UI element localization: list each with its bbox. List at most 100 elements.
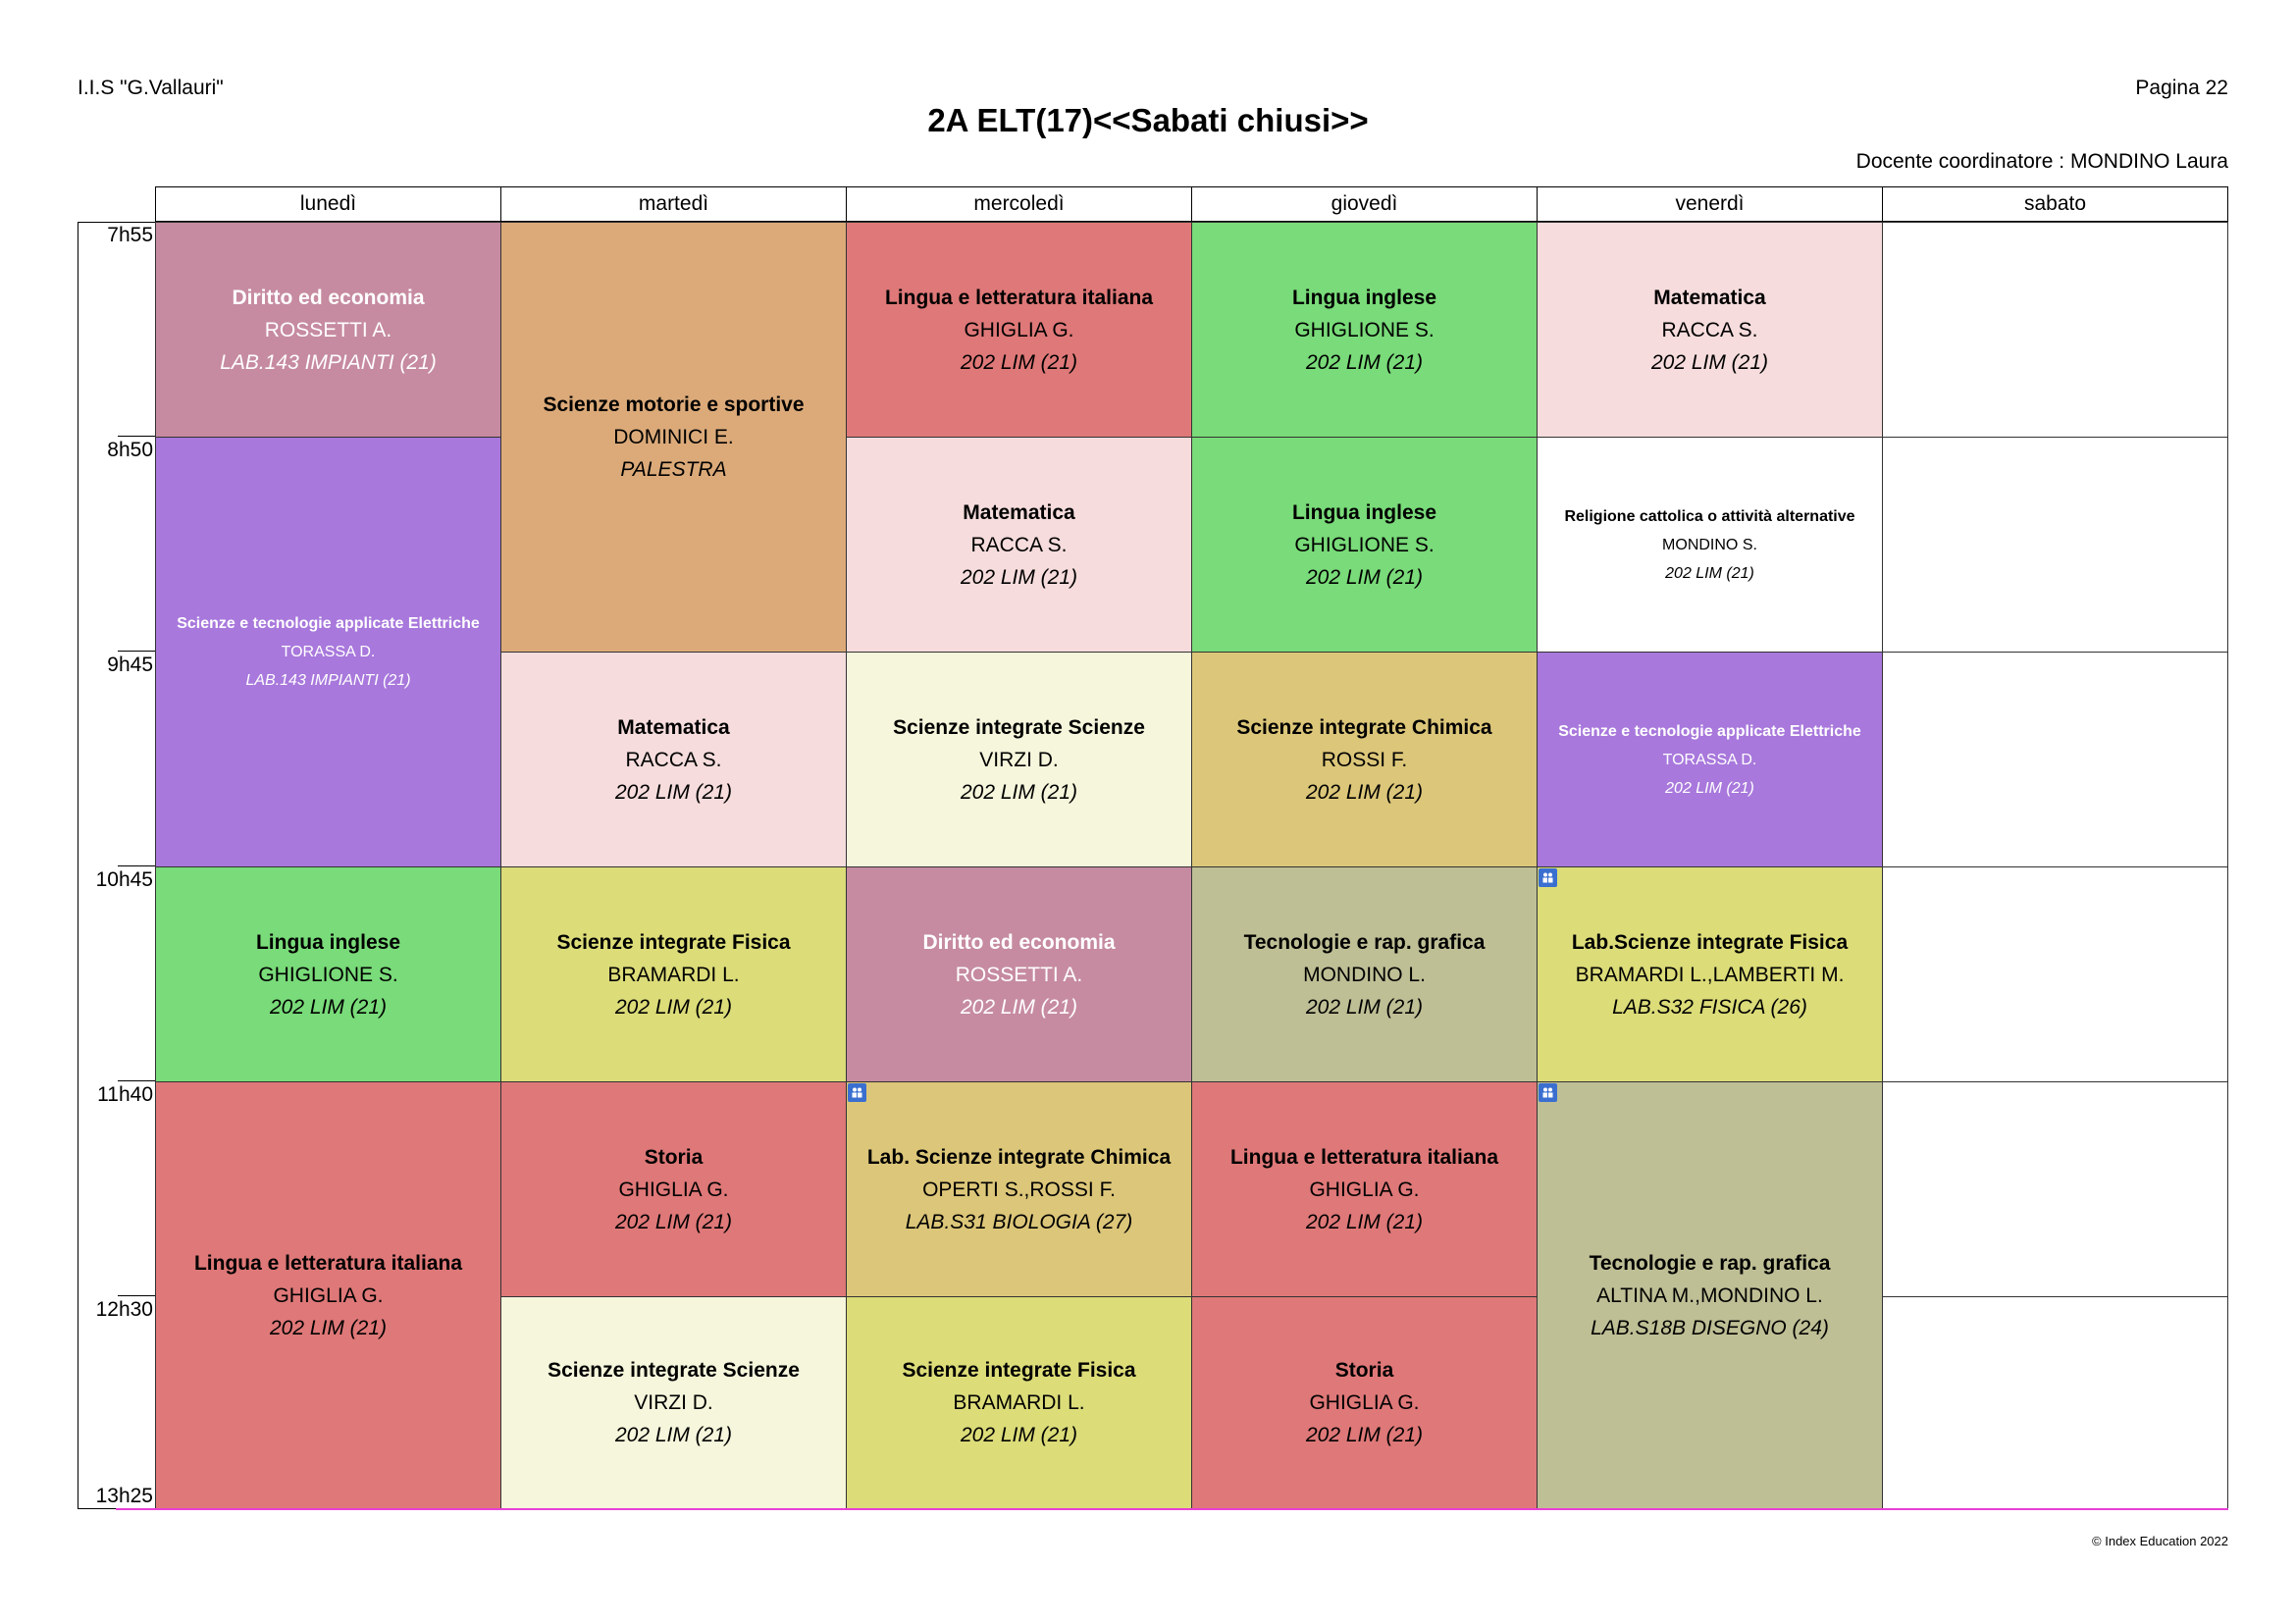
empty-slot[interactable] [1882, 652, 2228, 867]
empty-slot[interactable] [1882, 1296, 2228, 1509]
empty-slot[interactable] [1882, 866, 2228, 1082]
lesson-cell[interactable]: Storia GHIGLIA G. 202 LIM (21) [1191, 1296, 1538, 1509]
lesson-subject: Lab.Scienze integrate Fisica [1571, 930, 1849, 954]
lesson-room: 202 LIM (21) [960, 350, 1078, 374]
lesson-cell[interactable]: Storia GHIGLIA G. 202 LIM (21) [500, 1081, 847, 1297]
lesson-room: 202 LIM (21) [614, 1210, 733, 1233]
time-label: 12h30 [95, 1298, 153, 1321]
lesson-room: LAB.143 IMPIANTI (21) [245, 672, 411, 689]
empty-slot[interactable] [1882, 1081, 2228, 1297]
copyright: © Index Education 2022 [2092, 1534, 2228, 1548]
lesson-teacher: GHIGLIA G. [618, 1178, 729, 1201]
lesson-cell[interactable]: Tecnologie e rap. grafica ALTINA M.,MOND… [1537, 1081, 1883, 1509]
lesson-subject: Scienze integrate Chimica [1236, 715, 1492, 739]
lesson-room: 202 LIM (21) [614, 995, 733, 1019]
time-divider [118, 1080, 155, 1081]
lesson-teacher: VIRZI D. [634, 1391, 713, 1414]
group-icon [1539, 868, 1557, 887]
lesson-subject: Storia [644, 1145, 704, 1169]
lesson-room: 202 LIM (21) [1650, 350, 1769, 374]
lesson-teacher: VIRZI D. [979, 748, 1059, 771]
lesson-cell[interactable]: Diritto ed economia ROSSETTI A. LAB.143 … [155, 222, 501, 438]
lesson-cell[interactable]: Scienze integrate Fisica BRAMARDI L. 202… [500, 866, 847, 1082]
lesson-room: 202 LIM (21) [1305, 995, 1424, 1019]
lesson-room: LAB.143 IMPIANTI (21) [220, 350, 437, 374]
time-label: 7h55 [107, 224, 153, 246]
lesson-room: 202 LIM (21) [614, 1424, 733, 1446]
day-header-wednesday: mercoledì [846, 186, 1192, 222]
lesson-cell[interactable]: Matematica RACCA S. 202 LIM (21) [500, 652, 847, 867]
lesson-teacher: MONDINO L. [1303, 963, 1426, 986]
lesson-room: 202 LIM (21) [1305, 350, 1424, 374]
lesson-subject: Scienze integrate Scienze [893, 715, 1145, 739]
lesson-teacher: GHIGLIONE S. [258, 963, 398, 986]
lesson-cell[interactable]: Scienze e tecnologie applicate Elettrich… [1537, 652, 1883, 867]
lesson-subject: Diritto ed economia [232, 286, 425, 309]
lesson-teacher: RACCA S. [970, 533, 1068, 556]
lesson-cell[interactable]: Scienze integrate Scienze VIRZI D. 202 L… [500, 1296, 847, 1509]
lesson-room: 202 LIM (21) [1305, 1210, 1424, 1233]
lesson-subject: Scienze integrate Fisica [902, 1359, 1136, 1382]
lesson-subject: Matematica [617, 715, 730, 739]
lesson-room: 202 LIM (21) [1305, 780, 1424, 804]
lesson-cell[interactable]: Religione cattolica o attività alternati… [1537, 437, 1883, 653]
lesson-subject: Scienze integrate Fisica [556, 930, 791, 954]
lesson-teacher: GHIGLIA G. [273, 1283, 384, 1307]
lesson-subject: Lingua inglese [255, 930, 401, 954]
lesson-room: PALESTRA [620, 458, 727, 481]
lesson-cell[interactable]: Matematica RACCA S. 202 LIM (21) [1537, 222, 1883, 438]
page-number: Pagina 22 [2135, 77, 2228, 99]
lesson-teacher: OPERTI S.,ROSSI F. [922, 1178, 1116, 1201]
time-divider [118, 865, 155, 866]
lesson-cell[interactable]: Scienze e tecnologie applicate Elettrich… [155, 437, 501, 867]
lesson-cell[interactable]: Lab. Scienze integrate Chimica OPERTI S.… [846, 1081, 1192, 1297]
lesson-cell[interactable]: Tecnologie e rap. grafica MONDINO L. 202… [1191, 866, 1538, 1082]
lesson-subject: Scienze integrate Scienze [548, 1359, 800, 1382]
day-header-tuesday: martedì [500, 186, 847, 222]
lesson-subject: Tecnologie e rap. grafica [1589, 1251, 1831, 1275]
lesson-cell[interactable]: Lingua e letteratura italiana GHIGLIA G.… [846, 222, 1192, 438]
lesson-cell[interactable]: Lingua inglese GHIGLIONE S. 202 LIM (21) [1191, 222, 1538, 438]
lesson-room: 202 LIM (21) [269, 1316, 388, 1339]
lesson-subject: Lingua e letteratura italiana [193, 1251, 463, 1275]
lesson-teacher: BRAMARDI L. [953, 1391, 1085, 1414]
empty-slot[interactable] [1882, 222, 2228, 438]
lesson-cell[interactable]: Lingua e letteratura italiana GHIGLIA G.… [155, 1081, 501, 1509]
lesson-cell[interactable]: Matematica RACCA S. 202 LIM (21) [846, 437, 1192, 653]
lesson-room: LAB.S18B DISEGNO (24) [1591, 1316, 1829, 1339]
empty-slot[interactable] [1882, 437, 2228, 653]
lesson-subject: Lingua inglese [1291, 500, 1437, 524]
lesson-cell[interactable]: Scienze motorie e sportive DOMINICI E. P… [500, 222, 847, 653]
lesson-room: 202 LIM (21) [614, 780, 733, 804]
lesson-room: 202 LIM (21) [960, 565, 1078, 589]
lesson-cell[interactable]: Lab.Scienze integrate Fisica BRAMARDI L.… [1537, 866, 1883, 1082]
lesson-subject: Tecnologie e rap. grafica [1243, 930, 1486, 954]
lesson-teacher: BRAMARDI L.,LAMBERTI M. [1575, 963, 1845, 986]
lesson-teacher: ALTINA M.,MONDINO L. [1596, 1283, 1823, 1307]
day-header-monday: lunedì [155, 186, 501, 222]
lesson-cell[interactable]: Diritto ed economia ROSSETTI A. 202 LIM … [846, 866, 1192, 1082]
lesson-cell[interactable]: Lingua inglese GHIGLIONE S. 202 LIM (21) [155, 866, 501, 1082]
group-icon [1539, 1083, 1557, 1102]
lesson-teacher: ROSSETTI A. [955, 963, 1083, 986]
day-header-saturday: sabato [1882, 186, 2228, 222]
time-divider [118, 436, 155, 437]
lesson-teacher: BRAMARDI L. [607, 963, 740, 986]
lesson-room: 202 LIM (21) [960, 780, 1078, 804]
lesson-teacher: MONDINO S. [1662, 536, 1757, 553]
lesson-room: LAB.S32 FISICA (26) [1612, 995, 1807, 1019]
time-label: 11h40 [97, 1083, 153, 1106]
lesson-cell[interactable]: Scienze integrate Scienze VIRZI D. 202 L… [846, 652, 1192, 867]
lesson-cell[interactable]: Scienze integrate Chimica ROSSI F. 202 L… [1191, 652, 1538, 867]
lesson-cell[interactable]: Lingua e letteratura italiana GHIGLIA G.… [1191, 1081, 1538, 1297]
lesson-subject: Lingua e letteratura italiana [1229, 1145, 1499, 1169]
lesson-room: 202 LIM (21) [960, 1424, 1078, 1446]
lesson-teacher: GHIGLIA G. [1309, 1391, 1420, 1414]
time-label: 13h25 [95, 1485, 153, 1507]
lesson-teacher: TORASSA D. [281, 644, 376, 660]
lesson-teacher: GHIGLIA G. [1309, 1178, 1420, 1201]
lesson-cell[interactable]: Lingua inglese GHIGLIONE S. 202 LIM (21) [1191, 437, 1538, 653]
lesson-room: 202 LIM (21) [960, 995, 1078, 1019]
lesson-teacher: GHIGLIONE S. [1294, 533, 1435, 556]
lesson-cell[interactable]: Scienze integrate Fisica BRAMARDI L. 202… [846, 1296, 1192, 1509]
